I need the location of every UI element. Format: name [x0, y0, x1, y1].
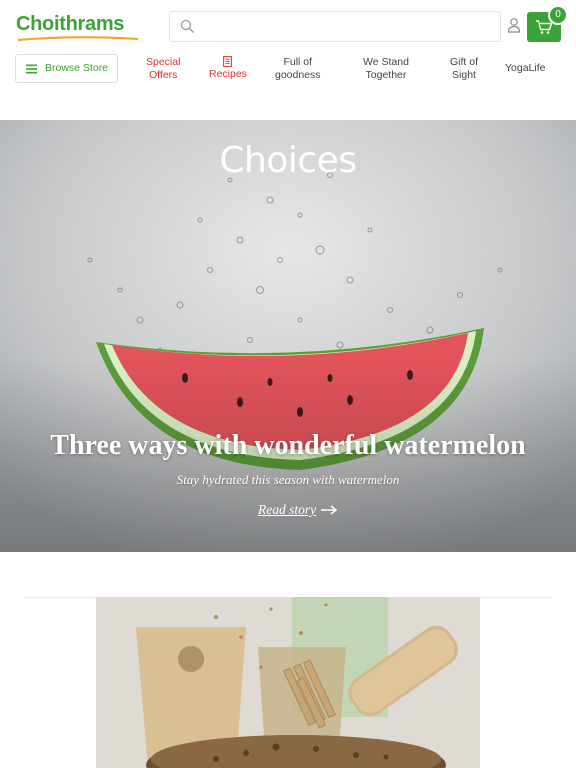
user-icon[interactable] — [507, 17, 521, 33]
arrow-right-icon[interactable] — [320, 504, 338, 516]
browse-store-label: Browse Store — [45, 62, 109, 74]
nav-special-offers-line2: Offers — [149, 69, 178, 81]
granola-straws-image[interactable] — [96, 597, 480, 768]
nav-full-of-goodness-line2: goodness — [275, 69, 321, 81]
cart-count-badge: 0 — [548, 5, 568, 25]
nav-yogalife[interactable]: YogaLife — [505, 62, 546, 75]
recipe-book-icon — [223, 56, 233, 67]
browse-store-button[interactable]: Browse Store — [15, 54, 118, 83]
site-header: Choithrams 0 Browse Store Special Offers… — [0, 0, 576, 120]
nav-full-of-goodness[interactable]: Full of goodness — [275, 56, 321, 82]
nav-we-stand-together-line1: We Stand — [363, 56, 409, 68]
nav-we-stand-together[interactable]: We Stand Together — [363, 56, 409, 82]
nav-recipes[interactable]: Recipes — [209, 56, 247, 81]
nav-special-offers-line1: Special — [146, 56, 181, 68]
search-bar[interactable] — [169, 11, 501, 42]
logo-swoosh — [17, 36, 139, 41]
logo[interactable]: Choithrams — [16, 12, 140, 42]
read-story-link[interactable]: Read story — [258, 502, 316, 518]
nav-we-stand-together-line2: Together — [365, 69, 407, 81]
hero-banner[interactable]: Choices Three ways with wonderful waterm… — [0, 120, 576, 552]
nav-gift-of-sight-line1: Gift of — [450, 56, 479, 68]
search-icon[interactable] — [180, 19, 195, 34]
nav-special-offers[interactable]: Special Offers — [146, 56, 180, 82]
nav-gift-of-sight[interactable]: Gift of Sight — [450, 56, 478, 82]
nav-recipes-label: Recipes — [209, 68, 247, 80]
menu-icon — [26, 64, 37, 74]
granola-straws-illustration — [96, 597, 480, 768]
nav-yogalife-label: YogaLife — [505, 62, 546, 74]
nav-full-of-goodness-line1: Full of — [283, 56, 313, 68]
hero-heading: Choices — [219, 140, 357, 181]
search-input[interactable] — [204, 16, 494, 38]
hero-title[interactable]: Three ways with wonderful watermelon — [0, 430, 576, 462]
nav-gift-of-sight-line2: Sight — [452, 69, 476, 81]
hero-subtitle: Stay hydrated this season with watermelo… — [176, 472, 400, 487]
logo-text: Choithrams — [16, 13, 125, 35]
